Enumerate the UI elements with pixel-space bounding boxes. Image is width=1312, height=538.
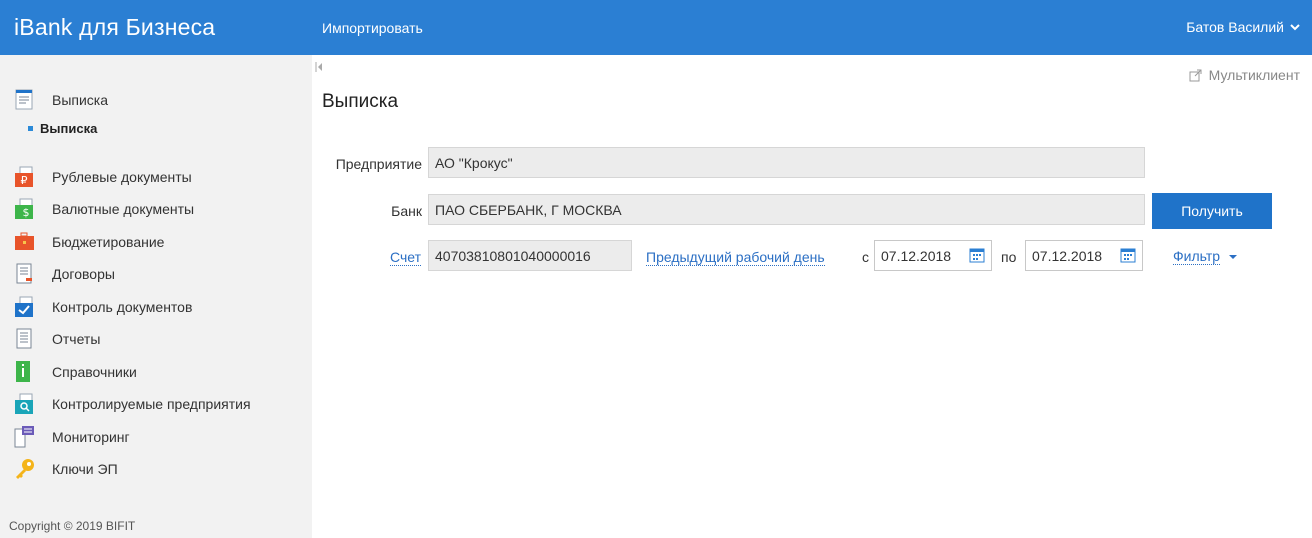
svg-text:$: $ bbox=[23, 206, 30, 219]
company-value: АО "Крокус" bbox=[435, 154, 513, 171]
sidebar-item-label: Справочники bbox=[52, 364, 137, 380]
sidebar-item-directories[interactable]: Справочники bbox=[14, 360, 137, 384]
key-icon bbox=[14, 458, 36, 480]
bank-field[interactable]: ПАО СБЕРБАНК, Г МОСКВА bbox=[428, 194, 1145, 225]
user-name: Батов Василий bbox=[1186, 19, 1284, 35]
sidebar-item-ruble-documents[interactable]: ₽ Рублевые документы bbox=[14, 165, 192, 189]
bank-label: Банк bbox=[391, 203, 422, 219]
currency-documents-icon: $ bbox=[14, 198, 36, 220]
page-title: Выписка bbox=[322, 91, 399, 112]
svg-text:₽: ₽ bbox=[21, 174, 28, 187]
document-control-icon bbox=[14, 296, 36, 318]
date-to-input[interactable]: 07.12.2018 bbox=[1025, 240, 1143, 271]
controlled-companies-icon bbox=[14, 393, 36, 415]
bullet-icon bbox=[28, 126, 33, 131]
calendar-icon[interactable] bbox=[969, 248, 985, 263]
multiclient-label: Мультиклиент bbox=[1208, 67, 1300, 83]
sidebar-item-statement[interactable]: Выписка bbox=[14, 88, 108, 112]
sidebar-item-label: Рублевые документы bbox=[52, 169, 192, 185]
ruble-documents-icon: ₽ bbox=[14, 166, 36, 188]
collapse-left-icon bbox=[315, 62, 322, 72]
user-menu[interactable]: Батов Василий bbox=[1186, 19, 1300, 35]
sidebar-item-controlled-companies[interactable]: Контролируемые предприятия bbox=[14, 392, 251, 416]
company-label: Предприятие bbox=[335, 156, 422, 172]
multiclient-link[interactable]: Мультиклиент bbox=[1189, 67, 1300, 83]
sidebar-item-monitoring[interactable]: Мониторинг bbox=[14, 425, 130, 449]
brand-area: iBank для Бизнеса bbox=[0, 0, 312, 55]
monitoring-icon bbox=[14, 426, 36, 448]
calendar-icon[interactable] bbox=[1120, 248, 1136, 263]
filter-dropdown[interactable]: Фильтр bbox=[1173, 248, 1238, 265]
get-statement-button[interactable]: Получить bbox=[1152, 193, 1272, 229]
directories-icon bbox=[14, 361, 36, 383]
sidebar-item-label: Бюджетирование bbox=[52, 234, 165, 250]
external-link-icon bbox=[1189, 69, 1202, 82]
company-field[interactable]: АО "Крокус" bbox=[428, 147, 1145, 178]
app-title[interactable]: iBank для Бизнеса bbox=[14, 14, 215, 41]
chevron-down-icon bbox=[1290, 24, 1300, 31]
sidebar: Выписка Выписка ₽ Рублевые документы $ В… bbox=[0, 55, 312, 538]
sidebar-item-reports[interactable]: Отчеты bbox=[14, 327, 100, 351]
sidebar-item-currency-documents[interactable]: $ Валютные документы bbox=[14, 197, 194, 221]
sidebar-item-keys[interactable]: Ключи ЭП bbox=[14, 457, 118, 481]
bank-value: ПАО СБЕРБАНК, Г МОСКВА bbox=[435, 201, 622, 218]
filter-label: Фильтр bbox=[1173, 248, 1221, 265]
collapse-sidebar-button[interactable] bbox=[315, 60, 325, 74]
previous-workday-link[interactable]: Предыдущий рабочий день bbox=[646, 249, 825, 266]
sidebar-item-label: Ключи ЭП bbox=[52, 461, 118, 477]
sidebar-item-label: Мониторинг bbox=[52, 429, 130, 445]
sidebar-subitem-statement[interactable]: Выписка bbox=[28, 121, 97, 136]
caret-down-icon bbox=[1229, 254, 1238, 259]
sidebar-item-document-control[interactable]: Контроль документов bbox=[14, 295, 192, 319]
date-from-input[interactable]: 07.12.2018 bbox=[874, 240, 992, 271]
date-from-value: 07.12.2018 bbox=[881, 247, 952, 264]
sidebar-item-label: Контролируемые предприятия bbox=[52, 396, 251, 412]
account-link[interactable]: Счет bbox=[390, 249, 421, 266]
top-bar: iBank для Бизнеса Импортировать Батов Ва… bbox=[0, 0, 1312, 55]
copyright-text: Copyright © 2019 BIFIT bbox=[9, 519, 136, 533]
sidebar-subitem-label: Выписка bbox=[40, 121, 98, 136]
statement-icon bbox=[14, 89, 36, 111]
date-from-label: с bbox=[862, 249, 869, 265]
import-link[interactable]: Импортировать bbox=[322, 20, 423, 36]
sidebar-item-label: Договоры bbox=[52, 266, 115, 282]
sidebar-item-label: Контроль документов bbox=[52, 299, 193, 315]
sidebar-item-contracts[interactable]: Договоры bbox=[14, 262, 115, 286]
sidebar-item-label: Отчеты bbox=[52, 331, 101, 347]
account-value: 40703810801040000016 bbox=[435, 247, 591, 264]
reports-icon bbox=[14, 328, 36, 350]
contracts-icon bbox=[14, 263, 36, 285]
date-to-value: 07.12.2018 bbox=[1032, 247, 1103, 264]
budgeting-icon bbox=[14, 231, 36, 253]
sidebar-item-label: Выписка bbox=[52, 92, 109, 108]
date-to-label: по bbox=[1001, 249, 1017, 265]
account-field[interactable]: 40703810801040000016 bbox=[428, 240, 632, 271]
sidebar-item-budgeting[interactable]: Бюджетирование bbox=[14, 230, 164, 254]
sidebar-item-label: Валютные документы bbox=[52, 201, 195, 217]
